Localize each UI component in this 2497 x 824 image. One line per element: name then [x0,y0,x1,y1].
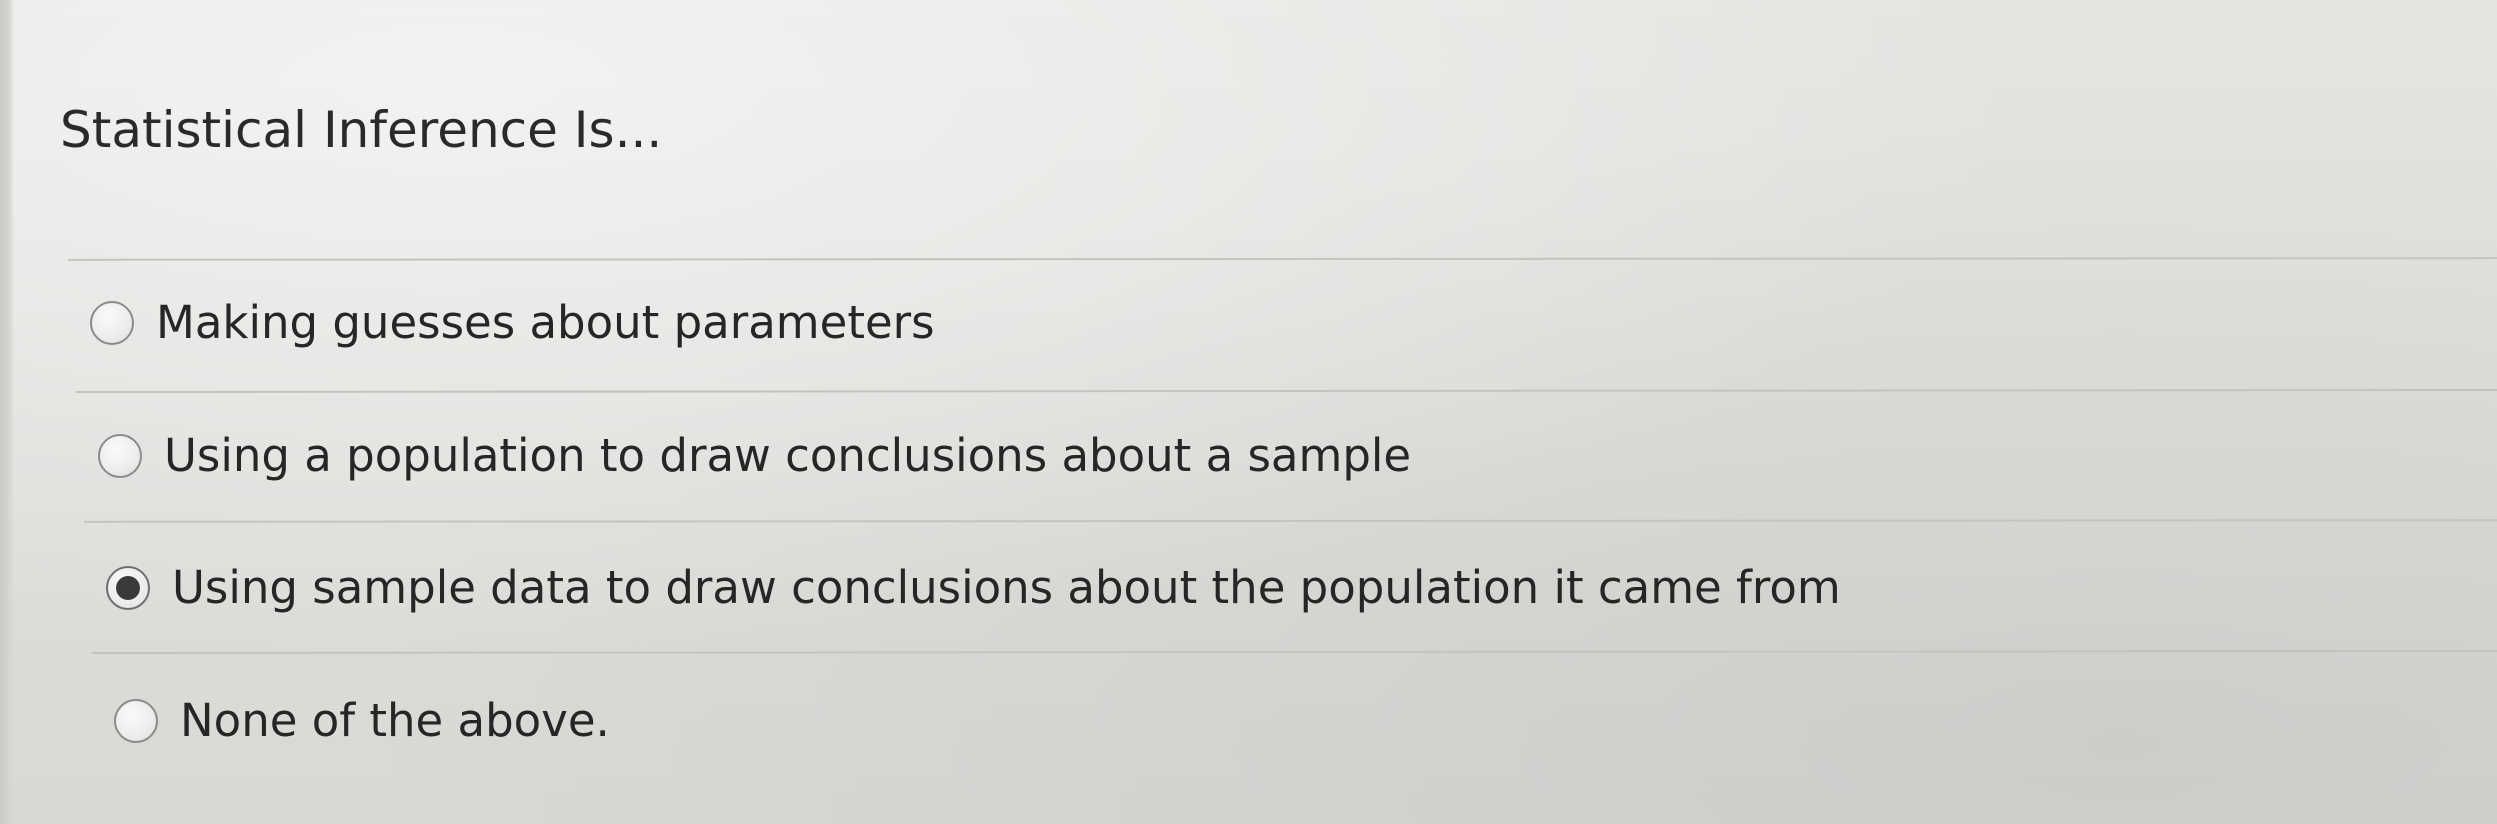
divider [75,388,2497,394]
answer-option-label: Using sample data to draw conclusions ab… [172,561,1841,614]
radio-unchecked-icon[interactable] [90,301,134,345]
answer-option-4[interactable]: None of the above. [114,693,610,749]
answer-option-label: Using a population to draw conclusions a… [164,429,1412,482]
question-title: Statistical Inference Is... [60,101,663,159]
divider [83,519,2497,523]
screen-bezel-edge [0,0,14,824]
answer-option-2[interactable]: Using a population to draw conclusions a… [98,428,1411,484]
answer-option-label: None of the above. [180,694,610,747]
radio-checked-icon[interactable] [106,566,150,610]
radio-selected-dot [116,576,140,600]
answer-option-label: Making guesses about parameters [156,296,935,349]
divider [91,649,2497,655]
radio-unchecked-icon[interactable] [98,434,142,478]
divider [67,257,2497,261]
answer-option-3[interactable]: Using sample data to draw conclusions ab… [106,560,1841,616]
answer-option-1[interactable]: Making guesses about parameters [90,295,935,351]
radio-unchecked-icon[interactable] [114,699,158,743]
